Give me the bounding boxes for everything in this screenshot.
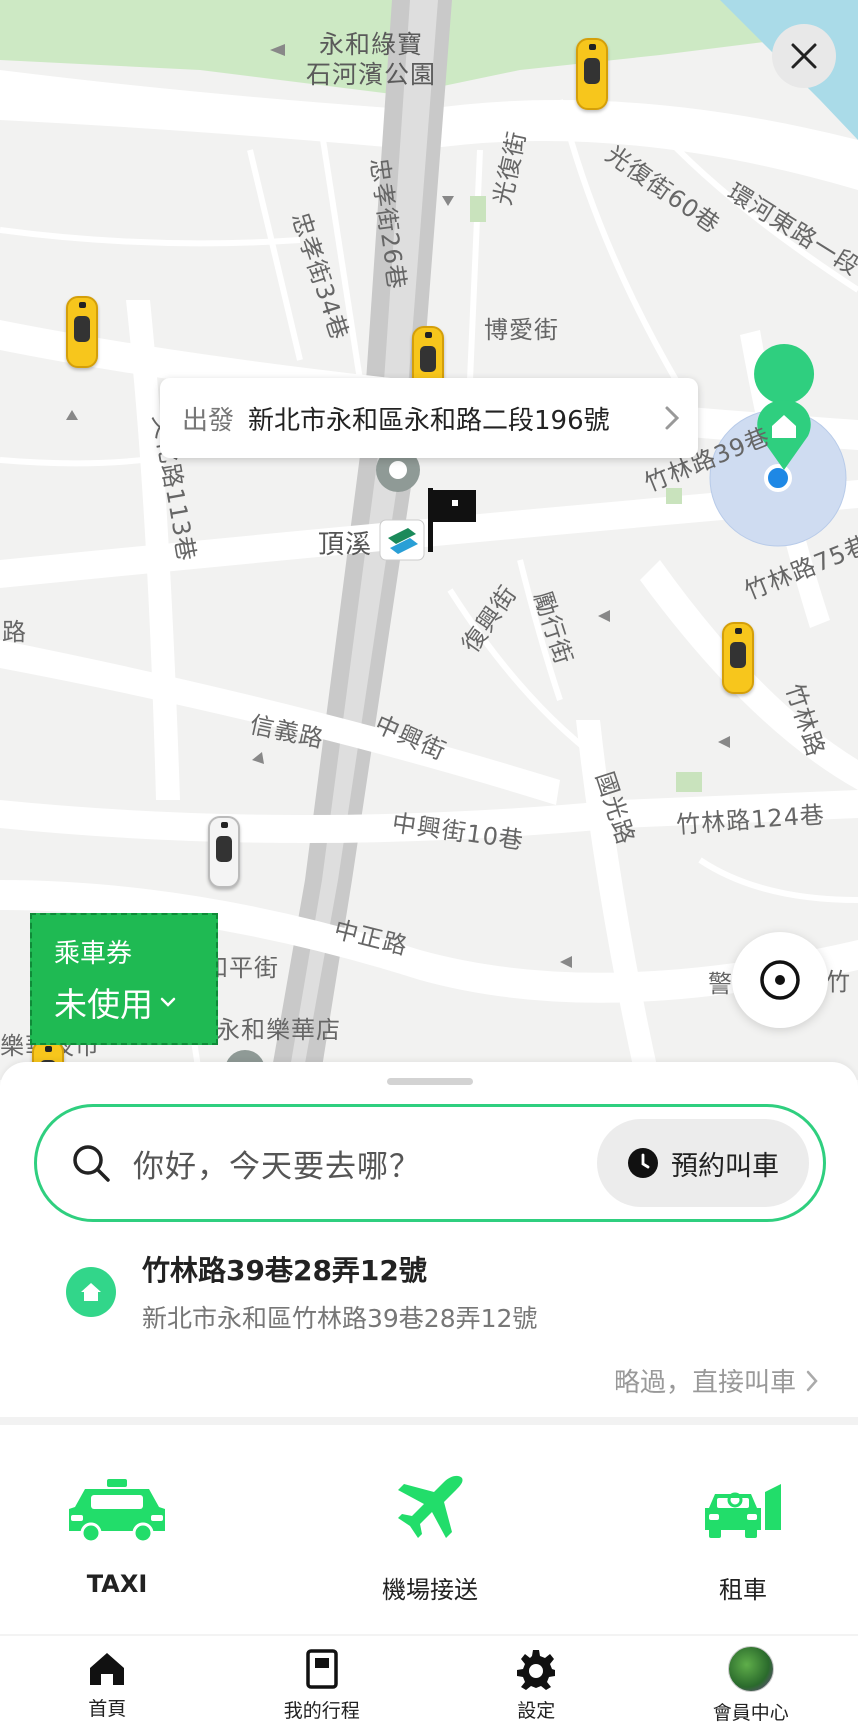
rental-car-icon xyxy=(705,1484,781,1538)
sheet-drag-handle[interactable] xyxy=(387,1078,473,1085)
ride-coupon-badge[interactable]: 乘車券 未使用 xyxy=(30,913,218,1045)
recent-place-address: 新北市永和區竹林路39巷28弄12號 xyxy=(142,1304,538,1333)
street-label: 竹 xyxy=(826,968,851,996)
station-label: 頂溪 xyxy=(318,530,373,560)
chevron-right-icon xyxy=(806,1370,818,1391)
taxi-marker xyxy=(722,622,754,694)
locate-me-button[interactable] xyxy=(732,932,828,1028)
coupon-status: 未使用 xyxy=(54,984,153,1024)
taxi-marker xyxy=(576,38,608,110)
gear-icon xyxy=(517,1650,556,1690)
service-airport-transfer[interactable]: 機場接送 xyxy=(355,1470,505,1605)
recent-place-name: 竹林路39巷28弄12號 xyxy=(142,1254,427,1287)
home-icon xyxy=(90,1653,125,1685)
tab-home[interactable]: 首頁 xyxy=(0,1636,215,1735)
service-label: 租車 xyxy=(719,1576,767,1604)
tab-label: 會員中心 xyxy=(712,1702,789,1724)
coupon-title: 乘車券 xyxy=(54,938,133,969)
tab-label: 設定 xyxy=(517,1700,556,1722)
chevron-down-icon xyxy=(160,997,176,1007)
destination-search-input[interactable]: 你好，今天要去哪？ 預約叫車 xyxy=(34,1104,826,1222)
service-label: TAXI xyxy=(86,1570,148,1598)
tab-label: 首頁 xyxy=(88,1698,127,1720)
close-button[interactable] xyxy=(772,24,836,88)
chevron-right-icon xyxy=(665,406,680,430)
target-icon xyxy=(760,960,800,1000)
bottom-tab-bar: 首頁 我的行程 設定 會員中心 xyxy=(0,1636,858,1735)
taxi-icon xyxy=(69,1479,165,1543)
pickup-address: 新北市永和區永和路二段196號 xyxy=(248,405,610,436)
skip-call-taxi-link[interactable]: 略過，直接叫車 xyxy=(614,1362,818,1399)
skip-label: 略過，直接叫車 xyxy=(613,1368,796,1398)
trips-icon xyxy=(306,1649,338,1689)
tab-my-trips[interactable]: 我的行程 xyxy=(215,1636,430,1735)
street-label: 博愛街 xyxy=(484,316,559,344)
search-icon xyxy=(73,1145,110,1182)
service-label: 機場接送 xyxy=(382,1576,478,1604)
tab-label: 我的行程 xyxy=(283,1700,360,1722)
poi-label: 警 xyxy=(708,970,733,998)
pickup-location-bubble[interactable]: 出發 新北市永和區永和路二段196號 xyxy=(160,378,698,458)
home-icon xyxy=(66,1267,116,1317)
clock-icon xyxy=(628,1148,658,1178)
park-label: 永和綠寶 石河濱公園 xyxy=(306,30,437,89)
close-icon xyxy=(791,43,817,69)
service-taxi[interactable]: TAXI xyxy=(42,1470,192,1598)
reserve-ride-label: 預約叫車 xyxy=(671,1150,779,1182)
taxi-marker xyxy=(66,296,98,368)
street-label: 路 xyxy=(2,618,27,646)
section-divider xyxy=(0,1417,858,1425)
avatar xyxy=(727,1646,774,1692)
tab-settings[interactable]: 設定 xyxy=(429,1636,644,1735)
pickup-label: 出發 xyxy=(182,405,235,436)
recent-place-home[interactable]: 竹林路39巷28弄12號 新北市永和區竹林路39巷28弄12號 xyxy=(66,1252,806,1333)
map-view[interactable]: 永和綠寶 石河濱公園 光復街 光復街60巷 環河東路一段 忠孝街26巷 忠孝街3… xyxy=(0,0,858,1080)
service-car-rental[interactable]: 租車 xyxy=(668,1470,818,1605)
tab-member-center[interactable]: 會員中心 xyxy=(644,1636,858,1735)
bottom-sheet: 你好，今天要去哪？ 預約叫車 竹林路39巷28弄12號 新北市永和區竹林路39巷… xyxy=(0,1062,858,1417)
airplane-icon xyxy=(398,1475,463,1538)
reserve-ride-button[interactable]: 預約叫車 xyxy=(597,1119,809,1207)
taxi-marker-white xyxy=(208,816,240,888)
